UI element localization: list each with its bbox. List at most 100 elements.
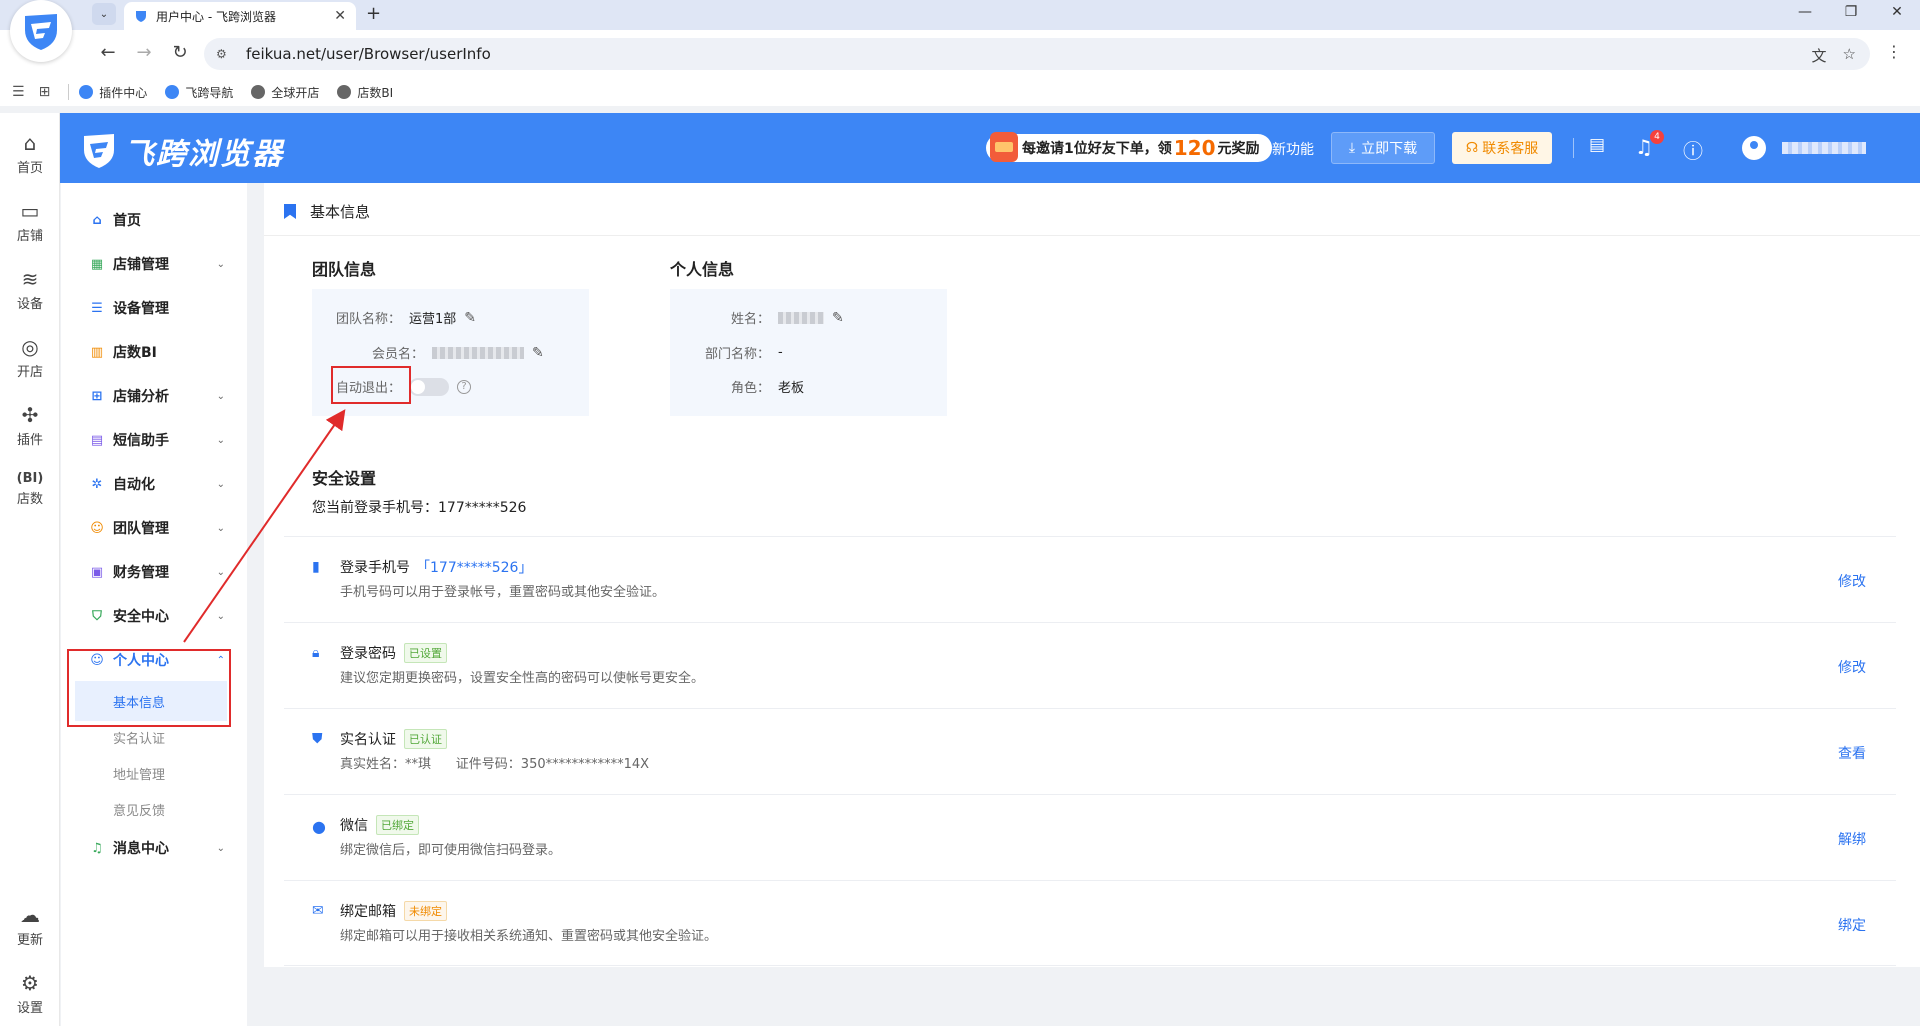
view-realname-button[interactable]: 查看 <box>1838 743 1866 763</box>
rail-store[interactable]: ▭ 店铺 <box>0 199 60 244</box>
bookmark-global-store[interactable]: 全球开店 <box>251 84 319 101</box>
help-icon[interactable]: ? <box>457 379 472 394</box>
invite-banner[interactable]: 每邀请1位好友下单，领 120 元奖励 <box>986 132 1272 162</box>
nav-label: 财务管理 <box>113 565 169 581</box>
browser-logo <box>10 0 72 62</box>
site-info-icon[interactable]: ⚙ <box>216 47 234 61</box>
forward-button[interactable]: → <box>132 42 156 63</box>
edit-icon[interactable]: ✎ <box>464 310 476 326</box>
unbind-wechat-button[interactable]: 解绑 <box>1838 829 1866 849</box>
nav-finance[interactable]: ▣ 财务管理 ⌄ <box>61 554 247 590</box>
bookmark-star-icon[interactable]: ☆ <box>1843 45 1856 66</box>
divider <box>264 235 1920 236</box>
rail-device[interactable]: ≋ 设备 <box>0 267 60 312</box>
username-blurred[interactable] <box>1782 142 1866 154</box>
rail-settings[interactable]: ⚙ 设置 <box>0 971 60 1016</box>
modify-phone-button[interactable]: 修改 <box>1838 571 1866 591</box>
help-icon[interactable]: ⓘ <box>1680 135 1706 164</box>
browser-tabbar: ⌄ 用户中心 - 飞跨浏览器 ✕ + — ❐ ✕ <box>0 0 1920 30</box>
status-badge: 已绑定 <box>376 815 419 835</box>
status-badge: 未绑定 <box>404 901 447 921</box>
phone-icon: ▮ <box>312 559 320 575</box>
nav-label: 安全中心 <box>113 609 169 625</box>
modify-password-button[interactable]: 修改 <box>1838 657 1866 677</box>
nav-bi[interactable]: ▥ 店数BI <box>61 334 247 370</box>
bookmark-plugins[interactable]: 插件中心 <box>79 84 147 101</box>
reload-button[interactable]: ↻ <box>168 42 192 63</box>
avatar[interactable] <box>1742 136 1766 160</box>
current-phone-text: 您当前登录手机号：177*****526 <box>312 500 527 516</box>
edit-icon[interactable]: ✎ <box>832 310 844 326</box>
gift-icon <box>990 132 1018 162</box>
new-feature-link[interactable]: 新功能 <box>1272 139 1314 159</box>
sparkle-icon: ✲ <box>91 476 103 492</box>
rail-home[interactable]: ⌂ 首页 <box>0 131 60 176</box>
nav-home[interactable]: ⌂ 首页 <box>61 202 247 238</box>
breadcrumb: 基本信息 <box>284 201 370 222</box>
bind-email-button[interactable]: 绑定 <box>1838 915 1866 935</box>
back-button[interactable]: ← <box>96 42 120 63</box>
status-badge: 已认证 <box>404 729 447 749</box>
customer-service-button[interactable]: ☊ 联系客服 <box>1452 132 1552 164</box>
wechat-icon: ● <box>312 817 326 836</box>
row-description: 绑定邮箱可以用于接收相关系统通知、重置密码或其他安全验证。 <box>340 929 718 944</box>
nav-security[interactable]: ⛉ 安全中心 ⌄ <box>61 598 247 634</box>
tab-close-icon[interactable]: ✕ <box>334 8 346 24</box>
auto-logout-toggle[interactable] <box>409 377 450 396</box>
restore-button[interactable]: ❐ <box>1836 4 1866 20</box>
download-button[interactable]: ⤓ 立即下载 <box>1331 132 1435 164</box>
edit-icon[interactable]: ✎ <box>532 345 544 361</box>
address-bar-row: ← → ↻ ⚙ feikua.net/user/Browser/userInfo… <box>0 30 1920 78</box>
close-window-button[interactable]: ✕ <box>1882 4 1912 20</box>
headset-icon: ☊ <box>1465 140 1479 156</box>
brand-logo[interactable]: 飞跨浏览器 <box>82 129 284 173</box>
sub-feedback[interactable]: 意见反馈 <box>75 789 227 829</box>
browser-tab[interactable]: 用户中心 - 飞跨浏览器 ✕ <box>124 2 356 30</box>
security-row-email: ✉ 绑定邮箱 未绑定 绑定邮箱可以用于接收相关系统通知、重置密码或其他安全验证。 … <box>284 880 1896 966</box>
apps-grid-icon[interactable]: ⊞ <box>39 84 51 100</box>
sub-address[interactable]: 地址管理 <box>75 753 227 793</box>
browser-menu-icon[interactable]: ⋮ <box>1886 42 1902 61</box>
member-name-row: 会员名： ✎ <box>336 343 544 363</box>
tab-title: 用户中心 - 飞跨浏览器 <box>156 9 276 24</box>
new-tab-button[interactable]: + <box>366 3 381 24</box>
chevron-down-icon: ⌄ <box>216 566 225 578</box>
row-title: 登录密码 已设置 <box>340 643 447 663</box>
nav-store-analysis[interactable]: ⊞ 店铺分析 ⌄ <box>61 378 247 414</box>
nav-label: 店铺管理 <box>113 257 169 273</box>
invite-amount: 120 <box>1173 136 1216 160</box>
security-row-wechat: ● 微信 已绑定 绑定微信后，即可使用微信扫码登录。 解绑 <box>284 794 1896 880</box>
bookmarks-bar: ☰ ⊞ 插件中心 飞跨导航 全球开店 店数BI <box>0 78 1920 106</box>
nav-automation[interactable]: ✲ 自动化 ⌄ <box>61 466 247 502</box>
translate-icon[interactable]: 文 <box>1812 45 1827 66</box>
sidebar-toggle-icon[interactable]: ☰ <box>12 84 25 100</box>
bookmark-label: 飞跨导航 <box>185 85 234 100</box>
rail-open-store[interactable]: ◎ 开店 <box>0 335 60 380</box>
minimize-button[interactable]: — <box>1790 4 1820 20</box>
field-label: 会员名： <box>371 347 424 362</box>
brand-name: 飞跨浏览器 <box>124 137 284 172</box>
rail-plugin[interactable]: ✣ 插件 <box>0 403 60 448</box>
tab-search-button[interactable]: ⌄ <box>92 3 116 25</box>
row-title: 绑定邮箱 未绑定 <box>340 901 447 921</box>
nav-store-mgmt[interactable]: ▦ 店铺管理 ⌄ <box>61 246 247 282</box>
shield-logo-icon <box>84 134 114 168</box>
row-description: 真实姓名：**琪 证件号码：350************14X <box>340 757 650 772</box>
rail-bi[interactable]: (BI) 店数 <box>0 471 60 507</box>
document-icon[interactable]: ▤ <box>1584 135 1610 155</box>
rail-update[interactable]: ☁ 更新 <box>0 903 60 948</box>
bookmark-bi[interactable]: 店数BI <box>337 84 393 101</box>
globe-icon <box>251 85 266 99</box>
bookmark-nav[interactable]: 飞跨导航 <box>165 84 233 101</box>
side-nav: ⌂ 首页 ▦ 店铺管理 ⌄ ☰ 设备管理 ▥ 店数BI ⊞ 店铺分析 ⌄ ▤ 短信助手 ⌄ ✲ 自动… <box>61 183 247 1026</box>
field-label: 团队名称： <box>336 312 402 327</box>
url-field[interactable]: ⚙ feikua.net/user/Browser/userInfo 文 ☆ <box>204 38 1870 70</box>
security-row-password: 🔒︎ 登录密码 已设置 建议您定期更换密码，设置安全性高的密码可以使帐号更安全。 … <box>284 622 1896 708</box>
notification-badge: 4 <box>1650 130 1664 144</box>
nav-device-mgmt[interactable]: ☰ 设备管理 <box>61 290 247 326</box>
nav-sms[interactable]: ▤ 短信助手 ⌄ <box>61 422 247 458</box>
nav-team-mgmt[interactable]: ☺ 团队管理 ⌄ <box>61 510 247 546</box>
verified-shield-icon: ⛊ <box>312 731 323 747</box>
nav-messages[interactable]: ♫ 消息中心 ⌄ <box>61 830 247 866</box>
nav-label: 短信助手 <box>113 433 169 449</box>
